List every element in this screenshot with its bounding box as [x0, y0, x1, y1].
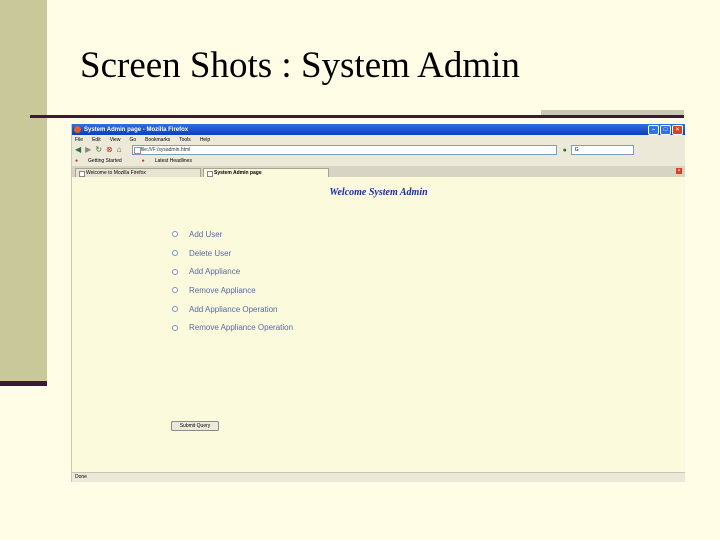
- menu-edit[interactable]: Edit: [92, 137, 101, 143]
- minimize-icon[interactable]: –: [648, 124, 659, 135]
- maximize-icon[interactable]: □: [660, 124, 671, 135]
- option-label: Add Appliance: [189, 267, 241, 277]
- bookmark-label: Latest Headlines: [154, 158, 192, 164]
- option-label: Remove Appliance: [189, 285, 256, 295]
- firefox-icon: [74, 126, 81, 133]
- left-accent-bar-base: [0, 381, 47, 386]
- radio-button[interactable]: [172, 306, 178, 313]
- close-icon[interactable]: ×: [672, 124, 683, 135]
- option-add-user[interactable]: Add User: [172, 225, 293, 244]
- menu-bookmarks[interactable]: Bookmarks: [145, 137, 170, 143]
- back-arrow-icon[interactable]: ◀: [75, 145, 81, 155]
- bookmark-getting-started[interactable]: ● Getting Started: [75, 158, 132, 164]
- radio-button[interactable]: [172, 250, 178, 257]
- submit-button[interactable]: Submit Query: [171, 421, 219, 431]
- window-title: System Admin page - Mozilla Firefox: [84, 126, 189, 133]
- search-input[interactable]: G: [570, 145, 634, 155]
- radio-button[interactable]: [172, 287, 178, 294]
- tab-system-admin[interactable]: System Admin page: [203, 168, 329, 177]
- tab-welcome-firefox[interactable]: Welcome to Mozilla Firefox: [75, 168, 201, 177]
- option-remove-appliance-operation[interactable]: Remove Appliance Operation: [172, 318, 293, 337]
- browser-window-screenshot: System Admin page - Mozilla Firefox – □ …: [71, 124, 685, 482]
- menu-help[interactable]: Help: [200, 137, 210, 143]
- bookmarks-toolbar: ● Getting Started ● Latest Headlines: [72, 156, 685, 166]
- option-add-appliance-operation[interactable]: Add Appliance Operation: [172, 300, 293, 319]
- menu-file[interactable]: File: [75, 137, 83, 143]
- window-titlebar: System Admin page - Mozilla Firefox – □ …: [72, 124, 685, 135]
- option-remove-appliance[interactable]: Remove Appliance: [172, 281, 293, 300]
- slide-title: Screen Shots : System Admin: [80, 45, 520, 86]
- address-bar[interactable]: file:///F:/sysadmin.html: [131, 145, 557, 155]
- left-accent-bar: [0, 0, 47, 383]
- navigation-toolbar: ◀ ▶ ↻ ⊗ ⌂ file:///F:/sysadmin.html ● G: [72, 144, 685, 156]
- menu-go[interactable]: Go: [129, 137, 136, 143]
- option-label: Add User: [189, 229, 223, 239]
- radio-button[interactable]: [172, 231, 178, 238]
- title-divider: [30, 115, 684, 118]
- stop-icon[interactable]: ⊗: [106, 145, 113, 155]
- page-heading: Welcome System Admin: [329, 187, 428, 198]
- home-icon[interactable]: ⌂: [117, 145, 122, 155]
- option-add-appliance[interactable]: Add Appliance: [172, 262, 293, 281]
- option-label: Delete User: [189, 248, 232, 258]
- go-icon[interactable]: ●: [563, 147, 567, 154]
- admin-options-list: Add User Delete User Add Appliance Remov…: [172, 225, 293, 337]
- tab-bar: Welcome to Mozilla Firefox System Admin …: [72, 166, 685, 177]
- menu-bar: File Edit View Go Bookmarks Tools Help: [72, 135, 685, 144]
- option-delete-user[interactable]: Delete User: [172, 244, 293, 263]
- page-content: Welcome System Admin Add User Delete Use…: [72, 177, 685, 471]
- option-label: Add Appliance Operation: [189, 304, 278, 314]
- rss-icon: ●: [141, 158, 145, 164]
- bookmark-icon: ●: [75, 158, 79, 164]
- reload-icon[interactable]: ↻: [95, 145, 102, 155]
- option-label: Remove Appliance Operation: [189, 323, 294, 333]
- close-tab-icon[interactable]: ×: [676, 168, 682, 174]
- menu-view[interactable]: View: [110, 137, 121, 143]
- radio-button[interactable]: [172, 268, 178, 275]
- bookmark-label: Getting Started: [88, 158, 122, 164]
- status-bar: Done: [72, 472, 685, 482]
- forward-arrow-icon[interactable]: ▶: [85, 145, 91, 155]
- radio-button[interactable]: [172, 324, 178, 331]
- menu-tools[interactable]: Tools: [179, 137, 191, 143]
- bookmark-latest-headlines[interactable]: ● Latest Headlines: [142, 158, 202, 164]
